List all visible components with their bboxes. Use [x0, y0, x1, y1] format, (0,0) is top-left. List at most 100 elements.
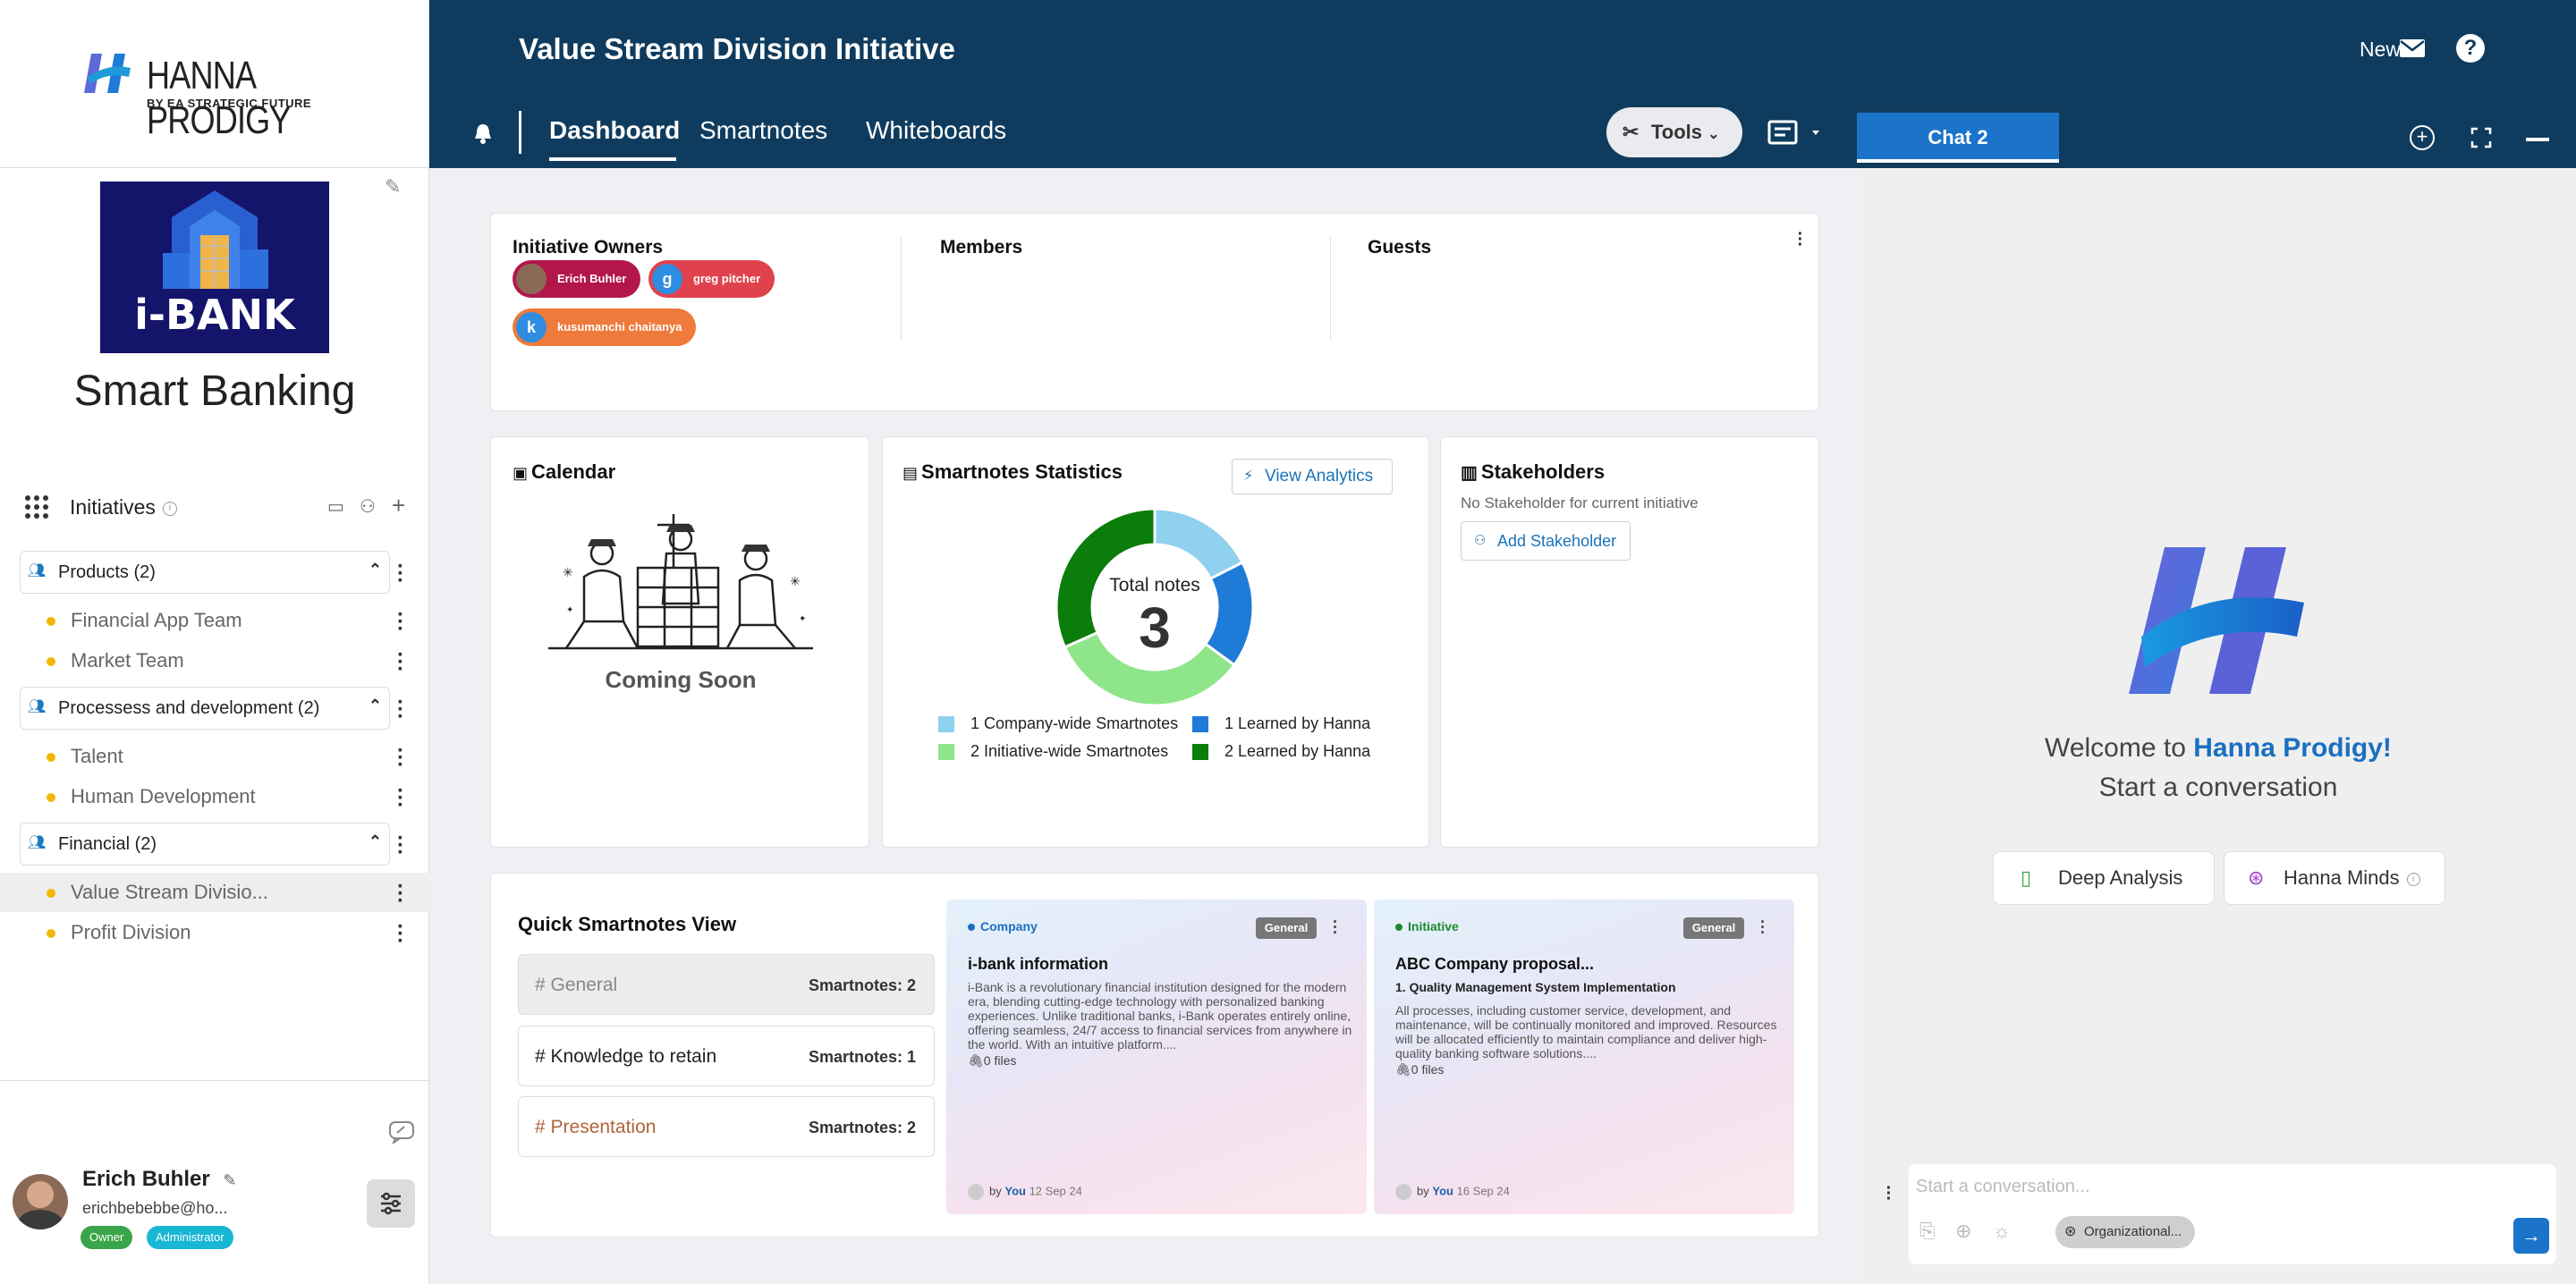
chat-input[interactable] — [1916, 1173, 2453, 1200]
quick-item-presentation[interactable]: # Presentation Smartnotes: 2 — [518, 1096, 935, 1157]
tools-dropdown[interactable]: ✂ Tools ⌄ — [1606, 107, 1742, 157]
attachment-icon: 🖇︎ — [1395, 1062, 1411, 1077]
tab-whiteboards[interactable]: Whiteboards — [866, 116, 1006, 145]
more-icon[interactable]: · · · — [1797, 225, 1804, 254]
avatar[interactable] — [13, 1174, 68, 1229]
category-badge: General — [1256, 917, 1317, 939]
collapse-icon[interactable]: ⌃ — [369, 832, 382, 851]
more-icon[interactable]: · · · — [397, 740, 404, 776]
collapse-icon[interactable]: ⌃ — [369, 697, 382, 715]
note-date: 12 Sep 24 — [1029, 1184, 1082, 1198]
more-icon[interactable]: · · · — [1333, 914, 1338, 941]
active-tab-indicator — [549, 157, 676, 161]
info-icon[interactable]: i — [162, 501, 177, 516]
more-icon[interactable]: · · · — [397, 781, 404, 816]
document-icon: ▯ — [2021, 866, 2032, 889]
tag-dot — [1395, 924, 1402, 932]
team-icon: 👥︎ — [28, 699, 47, 714]
add-chat-icon[interactable]: + — [2410, 125, 2435, 150]
avatar-body — [18, 1210, 63, 1229]
mail-icon[interactable] — [2399, 38, 2426, 59]
more-icon[interactable]: · · · — [1760, 914, 1766, 941]
quick-item-count: Smartnotes: 1 — [808, 1048, 916, 1066]
more-icon[interactable]: · · · — [397, 556, 404, 592]
note-author-name: You — [1432, 1184, 1453, 1198]
quick-item-label: # Knowledge to retain — [535, 1046, 717, 1067]
more-icon[interactable]: · · · — [397, 604, 404, 640]
sidebar-item-talent[interactable]: Talent · · · — [0, 737, 429, 776]
edit-profile-icon[interactable]: ✎ — [223, 1171, 236, 1189]
globe-icon[interactable]: ⊕ — [1955, 1220, 1971, 1243]
initiative-image-text: i-BANK — [134, 291, 295, 339]
bar-chart-icon: ▥ — [1461, 463, 1478, 483]
smartnote-card[interactable]: Company General · · · i-bank information i… — [946, 900, 1367, 1214]
info-icon[interactable]: i — [2406, 872, 2420, 886]
note-title: ABC Company proposal... — [1395, 955, 1595, 973]
sidebar-item-human-development[interactable]: Human Development · · · — [0, 777, 429, 816]
more-icon[interactable]: · · · — [397, 876, 404, 912]
scope-tag: Initiative — [1395, 919, 1459, 933]
sidebar-item-financial-app-team[interactable]: Financial App Team · · · — [0, 601, 429, 640]
send-button[interactable]: → — [2513, 1218, 2549, 1254]
scope-selector[interactable]: ⊛ Organizational... — [2055, 1216, 2195, 1248]
settings-sliders-icon[interactable] — [367, 1179, 415, 1228]
attach-icon[interactable]: ⎘ — [1919, 1220, 1936, 1243]
chevron-down-icon: ⌄ — [1707, 127, 1720, 142]
quick-item-general[interactable]: # General Smartnotes: 2 — [518, 954, 935, 1015]
deep-analysis-button[interactable]: ▯ Deep Analysis — [1993, 851, 2215, 905]
owner-chip[interactable]: g greg pitcher — [648, 260, 775, 298]
fullscreen-icon[interactable] — [2470, 127, 2492, 148]
tab-dashboard[interactable]: Dashboard — [549, 116, 680, 145]
lightbulb-icon[interactable]: ☼ — [1993, 1220, 2011, 1243]
owner-chip[interactable]: Erich Buhler — [513, 260, 641, 298]
help-icon[interactable]: ? — [2456, 34, 2485, 63]
sidebar-item-profit-division[interactable]: Profit Division · · · — [0, 913, 429, 952]
note-files: 🖇︎0 files — [1395, 1062, 1444, 1077]
note-files-text: 0 files — [1411, 1062, 1445, 1077]
view-switch-icon[interactable] — [1767, 118, 1830, 148]
workspace-title: Smart Banking — [73, 367, 356, 415]
more-icon[interactable]: · · · — [1885, 1179, 1893, 1208]
note-files: 🖇︎0 files — [968, 1053, 1016, 1069]
more-icon[interactable]: · · · — [397, 645, 404, 680]
apps-grid-icon[interactable] — [25, 495, 48, 519]
hanna-minds-button[interactable]: ⊛ Hanna Minds i — [2224, 851, 2445, 905]
brand-logo[interactable]: HANNA PRODIGY BY EA STRATEGIC FUTURE — [82, 50, 369, 142]
divider — [901, 237, 902, 341]
divider — [1330, 237, 1331, 341]
minimize-icon[interactable] — [2526, 138, 2549, 141]
quick-item-label: # General — [535, 975, 618, 995]
add-stakeholder-button[interactable]: ⚇ Add Stakeholder — [1461, 521, 1631, 561]
more-icon[interactable]: · · · — [397, 692, 404, 728]
tab-smartnotes[interactable]: Smartnotes — [699, 116, 827, 145]
chat-tab[interactable]: Chat 2 — [1857, 113, 2059, 163]
owner-chip[interactable]: k kusumanchi chaitanya — [513, 308, 697, 346]
edit-initiative-icon[interactable]: ✎ — [385, 175, 408, 199]
bell-icon[interactable] — [472, 122, 494, 145]
smartnote-card[interactable]: Initiative General · · · ABC Company propo… — [1374, 900, 1794, 1214]
collapse-icon[interactable]: ⌃ — [369, 561, 382, 579]
folder-icon[interactable]: ▭ — [327, 495, 344, 518]
add-user-icon[interactable]: ⚇ — [360, 495, 376, 518]
group-products[interactable]: 👥︎ Products (2) ⌃ — [20, 551, 390, 594]
sidebar-item-market-team[interactable]: Market Team · · · — [0, 641, 429, 680]
more-icon[interactable]: · · · — [397, 917, 404, 952]
status-dot — [47, 657, 55, 666]
tools-label: Tools — [1651, 121, 1703, 143]
more-icon[interactable]: · · · — [397, 828, 404, 864]
legend-swatch — [1192, 744, 1208, 760]
feedback-chat-icon[interactable] — [388, 1120, 415, 1144]
status-dot — [47, 617, 55, 626]
quick-item-knowledge[interactable]: # Knowledge to retain Smartnotes: 1 — [518, 1026, 935, 1086]
group-processes[interactable]: 👥︎ Processess and development (2) ⌃ — [20, 687, 390, 730]
add-icon[interactable]: + — [392, 492, 405, 520]
initiatives-label: Initiatives i — [70, 495, 177, 520]
sidebar-item-value-stream[interactable]: Value Stream Divisio... · · · — [0, 873, 429, 912]
quick-item-count: Smartnotes: 2 — [808, 1119, 916, 1136]
legend-swatch — [938, 716, 954, 732]
note-date: 16 Sep 24 — [1456, 1184, 1510, 1198]
sidebar-item-label: Financial App Team — [71, 609, 242, 631]
group-financial[interactable]: 👥︎ Financial (2) ⌃ — [20, 823, 390, 866]
attachment-icon: 🖇︎ — [968, 1053, 984, 1068]
status-dot — [47, 753, 55, 762]
